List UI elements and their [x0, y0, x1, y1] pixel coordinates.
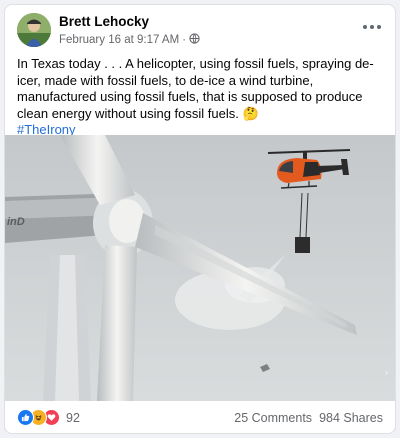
post-text: In Texas today . . . A helicopter, using… — [17, 56, 387, 139]
post-body: In Texas today . . . A helicopter, using… — [17, 56, 374, 121]
author-name[interactable]: Brett Lehocky — [59, 14, 149, 29]
post-meta: February 16 at 9:17 AM · — [59, 33, 200, 47]
comments-count[interactable]: 25 Comments — [234, 411, 312, 425]
spray-bucket — [295, 237, 310, 253]
post-photo[interactable]: inD › — [5, 135, 395, 401]
post-card: Brett Lehocky February 16 at 9:17 AM · I… — [4, 4, 396, 434]
post-header: Brett Lehocky February 16 at 9:17 AM · — [5, 5, 395, 55]
turbine-label: inD — [7, 216, 25, 228]
shares-count[interactable]: 984 Shares — [319, 411, 383, 425]
globe-icon — [189, 33, 200, 47]
svg-text:›: › — [385, 367, 388, 377]
meta-separator: · — [182, 34, 187, 46]
like-icon — [17, 409, 34, 426]
reactions-summary[interactable]: 92 — [17, 409, 80, 426]
engagement-stats: 25 Comments 984 Shares — [234, 411, 383, 425]
avatar[interactable] — [17, 13, 51, 47]
post-timestamp[interactable]: February 16 at 9:17 AM — [59, 34, 179, 46]
engagement-bar: 92 25 Comments 984 Shares — [5, 405, 395, 431]
reaction-count: 92 — [66, 410, 80, 425]
more-options-icon[interactable] — [359, 17, 385, 37]
